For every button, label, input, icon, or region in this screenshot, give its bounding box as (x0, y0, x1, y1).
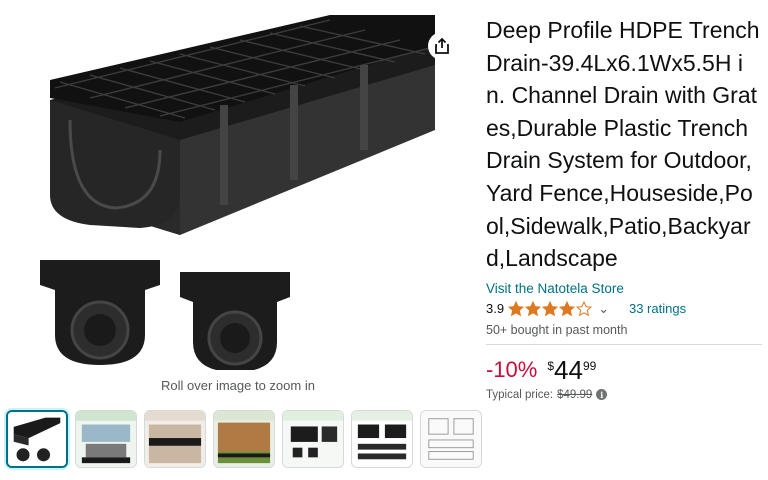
thumb-parts-diagram[interactable] (351, 410, 413, 468)
price-row: -10% $ 44 99 (486, 357, 762, 383)
price: $ 44 99 (547, 357, 596, 383)
product-info-panel: Deep Profile HDPE Trench Drain-39.4Lx6.1… (486, 14, 762, 401)
product-title: Deep Profile HDPE Trench Drain-39.4Lx6.1… (486, 17, 760, 272)
typical-price-value: $49.99 (557, 388, 593, 401)
store-link[interactable]: Visit the Natotela Store (486, 281, 762, 296)
star-icon (525, 300, 542, 317)
rating-row: 3.9 ⌄ 33 ratings (486, 300, 762, 317)
price-whole: 44 (554, 354, 583, 385)
thumb-installation-guide[interactable] (75, 410, 137, 468)
star-rating[interactable] (508, 300, 593, 317)
thumb-fence-use[interactable] (213, 410, 275, 468)
thumb-package-contents[interactable] (282, 410, 344, 468)
star-icon (508, 300, 525, 317)
price-symbol: $ (547, 358, 555, 373)
info-icon[interactable]: i (596, 389, 608, 401)
share-icon (435, 37, 449, 54)
star-icon (576, 300, 593, 317)
typical-price-row: Typical price: $49.99 i (486, 389, 762, 401)
star-icon (559, 300, 576, 317)
discount-badge: -10% (486, 356, 538, 382)
thumb-driveway-use[interactable] (144, 410, 206, 468)
zoom-hint: Roll over image to zoom in (161, 378, 315, 393)
bought-info: 50+ bought in past month (486, 322, 628, 337)
rating-value: 3.9 (486, 301, 505, 317)
star-icon (542, 300, 559, 317)
share-button[interactable] (428, 32, 456, 60)
image-gallery: Roll over image to zoom in (0, 0, 482, 480)
thumb-dimensions-drawing[interactable] (420, 410, 482, 468)
thumbnail-strip (6, 410, 482, 468)
typical-price-label: Typical price: (486, 388, 554, 401)
main-product-image[interactable] (30, 10, 450, 372)
chevron-down-icon[interactable]: ⌄ (598, 301, 609, 317)
divider (486, 343, 762, 345)
ratings-count-link[interactable]: 33 ratings (629, 301, 686, 316)
thumb-product-main[interactable] (6, 410, 68, 468)
price-fraction: 99 (582, 358, 597, 373)
